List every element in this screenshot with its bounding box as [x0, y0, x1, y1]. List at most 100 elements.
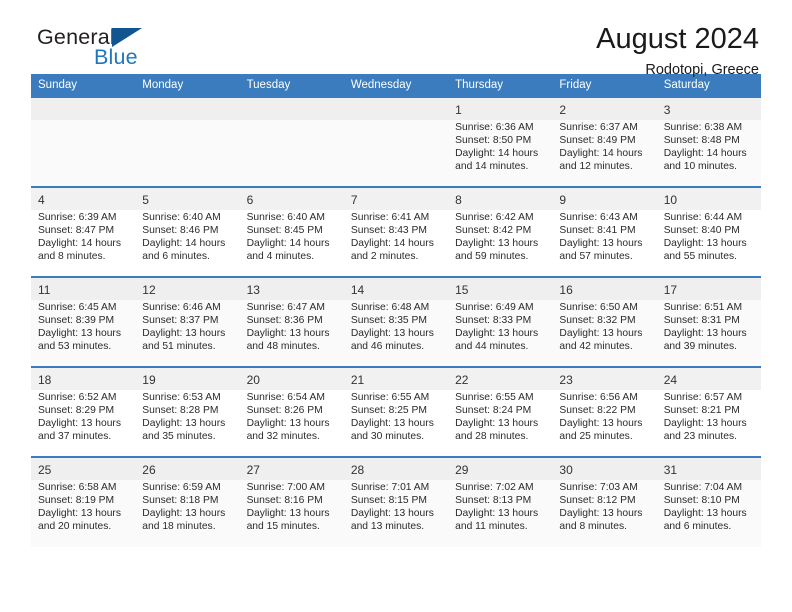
calendar-day-cell[interactable]: 15 Sunrise: 6:49 AM Sunset: 8:33 PM Dayligh… [448, 276, 553, 367]
calendar-day-cell[interactable]: 12 Sunrise: 6:46 AM Sunset: 8:37 PM Dayligh… [135, 276, 240, 367]
sunrise-text: Sunrise: 6:56 AM [559, 392, 638, 403]
daylight-text-line2: and 6 minutes. [663, 521, 732, 533]
sunrise-text: Sunrise: 6:52 AM [38, 392, 117, 403]
daylight-text-line1: Daylight: 13 hours [455, 238, 539, 250]
day-number: 30 [552, 458, 657, 480]
daylight-text-line1: Daylight: 13 hours [559, 238, 643, 250]
sunset-text: Sunset: 8:29 PM [38, 405, 115, 417]
day-details: Sunrise: 6:59 AM Sunset: 8:18 PM Daylight:… [135, 480, 239, 533]
sunset-text: Sunset: 8:39 PM [38, 315, 115, 327]
calendar-day-cell[interactable]: 30 Sunrise: 7:03 AM Sunset: 8:12 PM Dayligh… [552, 456, 657, 547]
calendar-day-cell[interactable]: 16 Sunrise: 6:50 AM Sunset: 8:32 PM Dayligh… [552, 276, 657, 367]
calendar-day-cell[interactable]: 7 Sunrise: 6:41 AM Sunset: 8:43 PM Daylight… [343, 186, 449, 277]
calendar-week-row: 11 Sunrise: 6:45 AM Sunset: 8:39 PM Dayligh… [31, 276, 761, 367]
daylight-text-line2: and 8 minutes. [559, 521, 627, 533]
calendar-day-cell[interactable]: 13 Sunrise: 6:47 AM Sunset: 8:36 PM Dayligh… [239, 276, 344, 367]
day-number: 19 [135, 368, 240, 390]
calendar-day-cell[interactable]: 6 Sunrise: 6:40 AM Sunset: 8:45 PM Daylight… [239, 186, 344, 277]
sunrise-text: Sunrise: 7:00 AM [246, 482, 325, 493]
calendar-day-cell[interactable]: 20 Sunrise: 6:54 AM Sunset: 8:26 PM Dayligh… [239, 366, 344, 457]
day-details: Sunrise: 6:55 AM Sunset: 8:24 PM Daylight:… [448, 390, 552, 443]
daylight-text-line1: Daylight: 13 hours [246, 508, 330, 520]
daylight-text-line2: and 55 minutes. [663, 251, 737, 263]
page-subtitle: Rodotopi, Greece [645, 62, 759, 79]
day-cell-inner: 2 Sunrise: 6:37 AM Sunset: 8:49 PM Daylight… [552, 98, 657, 186]
daylight-text-line1: Daylight: 13 hours [142, 508, 226, 520]
calendar-day-cell[interactable]: 22 Sunrise: 6:55 AM Sunset: 8:24 PM Dayligh… [448, 366, 553, 457]
daylight-text-line1: Daylight: 13 hours [38, 418, 121, 430]
day-cell-inner: 8 Sunrise: 6:42 AM Sunset: 8:42 PM Daylight… [448, 188, 553, 276]
sunset-text: Sunset: 8:46 PM [142, 225, 219, 237]
sunset-text: Sunset: 8:32 PM [559, 315, 636, 327]
daylight-text-line2: and 13 minutes. [350, 521, 425, 533]
calendar-cell-empty [239, 96, 344, 187]
calendar-day-cell[interactable]: 19 Sunrise: 6:53 AM Sunset: 8:28 PM Dayligh… [135, 366, 240, 457]
day-number: 12 [135, 278, 240, 300]
day-number: 7 [343, 188, 449, 210]
sunset-text: Sunset: 8:43 PM [350, 225, 427, 237]
day-number: 5 [135, 188, 240, 210]
calendar-body: 1 Sunrise: 6:36 AM Sunset: 8:50 PM Daylight… [31, 96, 761, 547]
day-details: Sunrise: 6:53 AM Sunset: 8:28 PM Daylight:… [135, 390, 239, 443]
day-cell-inner: 18 Sunrise: 6:52 AM Sunset: 8:29 PM Dayligh… [31, 368, 136, 456]
calendar-day-cell[interactable]: 26 Sunrise: 6:59 AM Sunset: 8:18 PM Dayligh… [135, 456, 240, 547]
calendar-page: General Blue August 2024 Rodotopi, Greec… [0, 0, 792, 612]
day-details: Sunrise: 6:42 AM Sunset: 8:42 PM Daylight:… [448, 210, 552, 263]
calendar-day-cell[interactable]: 8 Sunrise: 6:42 AM Sunset: 8:42 PM Daylight… [448, 186, 553, 277]
calendar-day-cell[interactable]: 2 Sunrise: 6:37 AM Sunset: 8:49 PM Daylight… [552, 96, 657, 187]
calendar-day-cell[interactable]: 17 Sunrise: 6:51 AM Sunset: 8:31 PM Dayligh… [656, 276, 761, 367]
calendar-day-cell[interactable]: 3 Sunrise: 6:38 AM Sunset: 8:48 PM Daylight… [656, 96, 761, 187]
general-blue-logo[interactable]: General Blue [37, 26, 227, 75]
calendar-day-cell[interactable]: 27 Sunrise: 7:00 AM Sunset: 8:16 PM Dayligh… [239, 456, 344, 547]
day-details: Sunrise: 6:55 AM Sunset: 8:25 PM Daylight:… [344, 390, 448, 443]
calendar-day-cell[interactable]: 21 Sunrise: 6:55 AM Sunset: 8:25 PM Dayligh… [343, 366, 449, 457]
calendar-day-cell[interactable]: 31 Sunrise: 7:04 AM Sunset: 8:10 PM Dayligh… [656, 456, 761, 547]
daylight-text-line2: and 57 minutes. [559, 251, 633, 263]
calendar-day-cell[interactable]: 4 Sunrise: 6:39 AM Sunset: 8:47 PM Daylight… [31, 186, 136, 277]
day-details: Sunrise: 6:48 AM Sunset: 8:35 PM Daylight:… [344, 300, 448, 353]
daylight-text-line2: and 10 minutes. [663, 161, 737, 173]
sunset-text: Sunset: 8:49 PM [559, 135, 636, 147]
daylight-text-line2: and 4 minutes. [246, 251, 315, 263]
sunrise-text: Sunrise: 6:55 AM [350, 392, 430, 403]
calendar-day-cell[interactable]: 24 Sunrise: 6:57 AM Sunset: 8:21 PM Dayligh… [656, 366, 761, 457]
calendar-day-cell[interactable]: 25 Sunrise: 6:58 AM Sunset: 8:19 PM Dayligh… [31, 456, 136, 547]
sunrise-text: Sunrise: 6:43 AM [559, 212, 638, 223]
calendar-day-cell[interactable]: 29 Sunrise: 7:02 AM Sunset: 8:13 PM Dayligh… [448, 456, 553, 547]
calendar-day-cell[interactable]: 18 Sunrise: 6:52 AM Sunset: 8:29 PM Dayligh… [31, 366, 136, 457]
daylight-text-line2: and 37 minutes. [38, 431, 112, 443]
calendar-day-cell[interactable]: 9 Sunrise: 6:43 AM Sunset: 8:41 PM Daylight… [552, 186, 657, 277]
calendar-week-row: 1 Sunrise: 6:36 AM Sunset: 8:50 PM Daylight… [31, 96, 761, 187]
daylight-text-line1: Daylight: 14 hours [455, 148, 539, 160]
calendar-day-cell[interactable]: 5 Sunrise: 6:40 AM Sunset: 8:46 PM Daylight… [135, 186, 240, 277]
daylight-text-line2: and 25 minutes. [559, 431, 633, 443]
day-cell-inner [135, 98, 240, 186]
sunset-text: Sunset: 8:50 PM [455, 135, 532, 147]
daylight-text-line1: Daylight: 13 hours [142, 328, 226, 340]
sunrise-text: Sunrise: 7:04 AM [663, 482, 743, 493]
calendar-day-cell[interactable]: 28 Sunrise: 7:01 AM Sunset: 8:15 PM Dayligh… [343, 456, 449, 547]
day-number: 3 [656, 98, 761, 120]
day-details: Sunrise: 6:46 AM Sunset: 8:37 PM Daylight:… [135, 300, 239, 353]
daylight-text-line2: and 42 minutes. [559, 341, 633, 353]
daylight-text-line1: Daylight: 13 hours [350, 418, 434, 430]
sunrise-text: Sunrise: 6:53 AM [142, 392, 221, 403]
day-cell-inner: 20 Sunrise: 6:54 AM Sunset: 8:26 PM Dayligh… [239, 368, 344, 456]
calendar-day-cell[interactable]: 1 Sunrise: 6:36 AM Sunset: 8:50 PM Daylight… [448, 96, 553, 187]
day-cell-inner: 7 Sunrise: 6:41 AM Sunset: 8:43 PM Daylight… [343, 188, 449, 276]
day-number: 4 [31, 188, 136, 210]
calendar-day-cell[interactable]: 23 Sunrise: 6:56 AM Sunset: 8:22 PM Dayligh… [552, 366, 657, 457]
title-block: August 2024 Rodotopi, Greece [596, 24, 761, 79]
calendar-cell-empty [135, 96, 240, 187]
calendar-day-cell[interactable]: 10 Sunrise: 6:44 AM Sunset: 8:40 PM Dayligh… [656, 186, 761, 277]
weekday-header-thursday: Thursday [448, 74, 553, 97]
daylight-text-line2: and 15 minutes. [246, 521, 320, 533]
day-number: 9 [552, 188, 657, 210]
daylight-text-line2: and 44 minutes. [455, 341, 529, 353]
day-cell-inner: 4 Sunrise: 6:39 AM Sunset: 8:47 PM Daylight… [31, 188, 136, 276]
calendar-week-row: 18 Sunrise: 6:52 AM Sunset: 8:29 PM Dayligh… [31, 366, 761, 457]
calendar-day-cell[interactable]: 11 Sunrise: 6:45 AM Sunset: 8:39 PM Dayligh… [31, 276, 136, 367]
calendar-day-cell[interactable]: 14 Sunrise: 6:48 AM Sunset: 8:35 PM Dayligh… [343, 276, 449, 367]
day-cell-inner [343, 98, 449, 186]
sunrise-text: Sunrise: 6:36 AM [455, 122, 534, 133]
